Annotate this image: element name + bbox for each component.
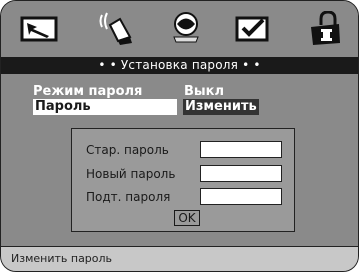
password-mode-label[interactable]: Режим пароля [33, 84, 142, 100]
menu-icon-bar [1, 1, 358, 57]
new-password-label: Новый пароль [86, 167, 176, 181]
status-text: Изменить пароль [11, 252, 113, 265]
new-password-field[interactable] [200, 165, 282, 182]
confirm-password-label: Подт. пароля [86, 190, 171, 204]
password-mode-value[interactable]: Выкл [184, 84, 224, 100]
setup-icon[interactable] [19, 11, 59, 45]
change-password-dialog: Стар. пароль Новый пароль Подт. пароля O… [71, 128, 295, 232]
status-bar: Изменить пароль [1, 246, 358, 271]
password-label[interactable]: Пароль [33, 99, 177, 115]
password-change-value[interactable]: Изменить [183, 99, 259, 115]
confirm-password-field[interactable] [200, 188, 282, 205]
speaker-icon[interactable] [96, 11, 136, 45]
old-password-field[interactable] [200, 141, 282, 158]
osd-window: • • Установка пароля • • Режим пароля Вы… [0, 0, 359, 272]
settings-panel: Режим пароля Выкл Пароль Изменить Стар. … [1, 74, 358, 246]
lock-icon[interactable] [309, 11, 345, 45]
menu-title: • • Установка пароля • • [1, 57, 358, 74]
checkbox-icon[interactable] [233, 11, 273, 45]
old-password-label: Стар. пароль [86, 143, 169, 157]
ok-button[interactable]: OK [174, 210, 200, 226]
display-icon[interactable] [171, 11, 201, 45]
